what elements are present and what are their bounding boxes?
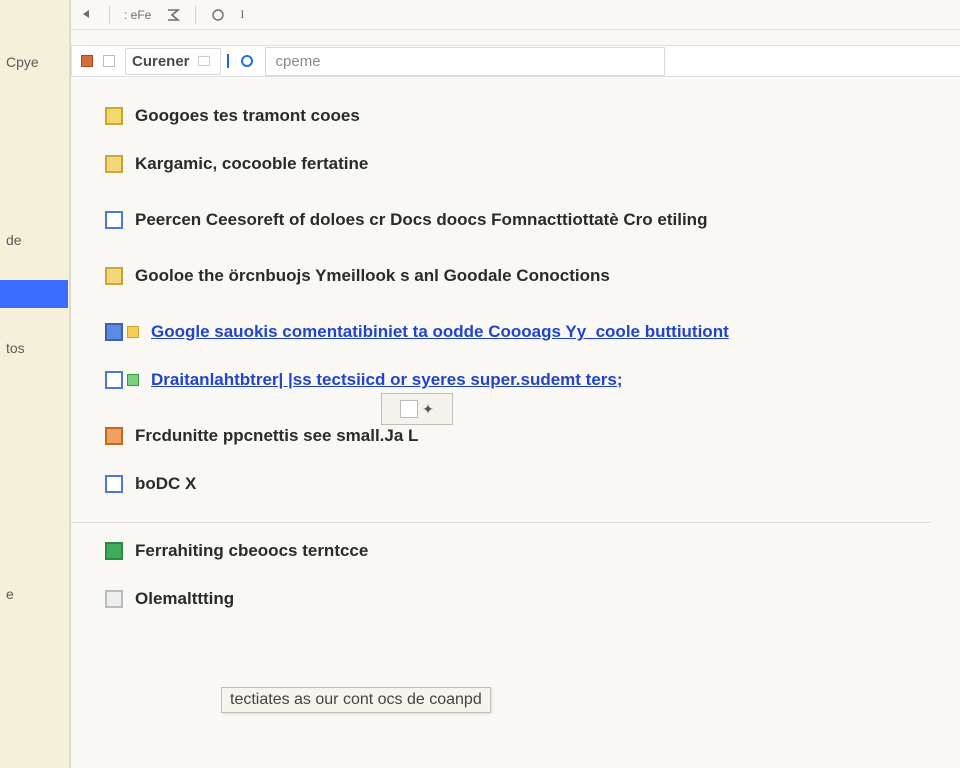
item-label: Google sauokis comentatibiniet ta oodde … [151,322,729,342]
sidebar-label-tos[interactable]: tos [0,340,25,356]
top-toolbar: : eFe I [71,0,960,30]
sidebar-selected-item[interactable] [0,280,68,308]
item-label: Kargamic, cocooble fertatine [135,154,368,174]
sidebar-label-cpye: Cpye [0,54,39,70]
badge-icon[interactable] [103,55,115,67]
item-label: Draitanlahtbtrer| |ss tectsiicd or syere… [151,370,623,390]
list-item[interactable]: Kargamic, cocooble fertatine [101,140,921,188]
doc-icon [105,475,123,493]
list-item[interactable]: Frcdunitte ppcnettis see small.Ja L [101,404,921,460]
item-label: Frcdunitte ppcnettis see small.Ja L [135,426,418,446]
list-item[interactable]: Google sauokis comentatibiniet ta oodde … [101,300,921,356]
item-label: boDC X [135,474,196,494]
doc-icon [105,155,123,173]
doc-icon [105,211,123,229]
sub-icon [127,374,139,386]
blue-ring-icon[interactable] [239,53,255,69]
sum-icon[interactable] [165,7,181,23]
toolbar-separator [195,6,196,24]
sidebar-label-de[interactable]: de [0,232,22,248]
search-input[interactable]: cpeme [265,47,665,76]
main-panel: : eFe I Curener cpeme [70,0,960,768]
chip-close-icon[interactable] [198,56,210,66]
circle-icon[interactable] [210,7,226,23]
item-label: Olemalttting [135,589,234,609]
cursor-inner-box [400,400,418,418]
list-item[interactable]: Gooloe the örcnbuojs Ymeillook s anl Goo… [101,244,921,300]
doc-icon [105,371,123,389]
sub-icon [127,326,139,338]
doc-icon [105,323,123,341]
doc-icon [105,427,123,445]
cursor-hover-box: ✦ [381,393,453,425]
filter-bar: Curener cpeme [71,45,960,77]
cursor-glyph: ✦ [422,401,434,418]
current-chip[interactable]: Curener [125,48,221,75]
item-label: Googoes tes tramont cooes [135,106,360,126]
tooltip: tectiates as our cont ocs de coanpd [221,687,491,713]
item-label: Peercen Ceesoreft of doloes cr Docs dooc… [135,210,707,230]
list-item[interactable]: Olemalttting [101,575,921,623]
chip-label: Curener [132,53,190,70]
doc-icon [105,107,123,125]
document-list: Googoes tes tramont cooes Kargamic, coco… [101,92,921,623]
section-divider [71,522,931,523]
undo-icon[interactable] [79,7,95,23]
doc-icon [105,590,123,608]
doc-icon [105,267,123,285]
toolbar-cursor-hint: I [240,7,244,22]
app-icon[interactable] [81,55,93,67]
item-label: Gooloe the örcnbuojs Ymeillook s anl Goo… [135,266,610,286]
toolbar-separator [109,6,110,24]
toolbar-text-efe: : eFe [124,8,151,22]
sidebar-label-e[interactable]: e [0,586,14,602]
list-item[interactable]: Googoes tes tramont cooes [101,92,921,140]
item-label: Ferrahiting cbeoocs terntcce [135,541,368,561]
list-item[interactable]: Draitanlahtbtrer| |ss tectsiicd or syere… [101,356,921,404]
list-item[interactable]: Peercen Ceesoreft of doloes cr Docs dooc… [101,188,921,244]
caret-icon [225,54,229,68]
list-item[interactable]: boDC X [101,460,921,508]
left-sidebar: Cpye de tos e [0,0,70,768]
doc-icon [105,542,123,560]
list-item[interactable]: Ferrahiting cbeoocs terntcce [101,527,921,575]
